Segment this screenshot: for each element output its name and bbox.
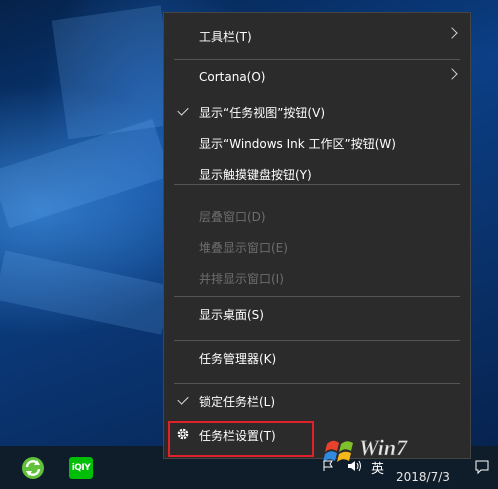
menu-item: 并排显示窗口(I) [164, 260, 470, 296]
menu-item[interactable]: 任务管理器(K) [164, 340, 470, 376]
menu-item[interactable]: 显示触摸键盘按钮(Y) [164, 156, 470, 192]
taskbar-date[interactable]: 2018/7/3 [396, 470, 450, 484]
watermark-text: Win7 [359, 435, 408, 460]
menu-item-label: 任务管理器(K) [199, 351, 277, 366]
iqiyi-app-icon[interactable]: iQIY [68, 456, 94, 480]
wallpaper-light-beam [0, 250, 172, 335]
menu-item-label: 显示触摸键盘按钮(Y) [199, 167, 312, 182]
menu-item-label: Cortana(O) [199, 70, 266, 84]
menu-item-label: 工具栏(T) [199, 29, 252, 44]
green-refresh-app-icon[interactable] [21, 456, 45, 480]
chevron-right-icon [446, 27, 458, 39]
menu-item-label: 显示桌面(S) [199, 307, 264, 322]
menu-item-label: 显示“任务视图”按钮(V) [199, 105, 326, 120]
volume-icon[interactable] [347, 460, 363, 475]
highlight-box [168, 421, 314, 457]
menu-item-label: 堆叠显示窗口(E) [199, 240, 288, 255]
win7-watermark-logo: Win7 [323, 435, 408, 462]
action-center-icon[interactable] [474, 459, 490, 478]
menu-item-label: 并排显示窗口(I) [199, 271, 284, 286]
menu-item-label: 锁定任务栏(L) [199, 394, 276, 409]
menu-item[interactable]: 显示桌面(S) [164, 296, 470, 332]
menu-item-label: 显示“Windows Ink 工作区”按钮(W) [199, 136, 396, 151]
tray-flag-icon[interactable] [322, 460, 334, 475]
checkmark-icon [177, 393, 189, 405]
ime-indicator[interactable]: 英 [371, 458, 384, 477]
menu-item[interactable]: Cortana(O) [164, 59, 470, 95]
wallpaper-light-beam [51, 5, 178, 140]
menu-item[interactable]: 锁定任务栏(L) [164, 383, 470, 419]
iqiyi-logo-text: iQIY [71, 463, 91, 473]
menu-item[interactable]: 工具栏(T) [164, 18, 470, 54]
taskbar-context-menu: 工具栏(T) Cortana(O) 显示“任务视图”按钮(V) 显示“Windows … [163, 12, 471, 459]
chevron-right-icon [446, 68, 458, 80]
checkmark-icon [177, 104, 189, 116]
menu-item-label: 层叠窗口(D) [199, 209, 266, 224]
